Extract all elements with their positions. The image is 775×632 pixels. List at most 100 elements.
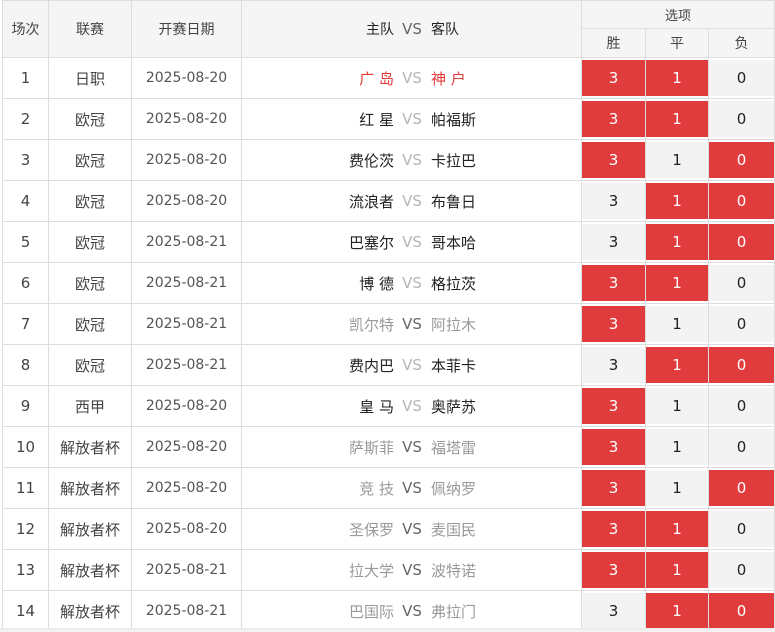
vs-label: VS xyxy=(402,561,422,579)
away-team: 福塔雷 xyxy=(431,438,477,457)
option-draw-button[interactable]: 1 xyxy=(646,552,708,588)
match-date: 2025-08-21 xyxy=(131,549,242,591)
match-teams: 巴塞尔 VS 哥本哈 xyxy=(241,221,582,263)
away-team: 阿拉木 xyxy=(431,315,477,334)
match-table: 场次 联赛 开赛日期 主队 VS 客队 选项 胜 平 负 1 日职 2025-08-… xyxy=(2,0,775,632)
round-number: 13 xyxy=(2,549,49,591)
away-team: 奥萨苏 xyxy=(431,397,477,416)
match-teams: 巴国际 VS 弗拉门 xyxy=(241,590,582,632)
home-team: 圣保罗 xyxy=(348,520,394,539)
option-loss-button[interactable]: 0 xyxy=(709,265,775,301)
vs-label: VS xyxy=(402,479,422,497)
match-date: 2025-08-20 xyxy=(131,139,242,181)
option-loss-button[interactable]: 0 xyxy=(709,183,775,219)
home-team: 竞 技 xyxy=(359,479,394,498)
league-name: 欧冠 xyxy=(48,98,132,140)
match-rows: 1 日职 2025-08-20 广 岛 VS 神 户 3 1 0 2 欧冠 2025-08-20 红 星… xyxy=(2,57,775,632)
option-draw-button[interactable]: 1 xyxy=(646,593,708,629)
match-teams: 圣保罗 VS 麦国民 xyxy=(241,508,582,550)
option-win-button[interactable]: 3 xyxy=(582,429,645,465)
match-teams: 流浪者 VS 布鲁日 xyxy=(241,180,582,222)
option-win-button[interactable]: 3 xyxy=(582,593,645,629)
option-win-button[interactable]: 3 xyxy=(582,142,645,178)
match-date: 2025-08-20 xyxy=(131,385,242,427)
option-draw-button[interactable]: 1 xyxy=(646,101,708,137)
round-number: 10 xyxy=(2,426,49,468)
league-name: 解放者杯 xyxy=(48,508,132,550)
vs-label: VS xyxy=(402,438,422,456)
option-loss-button[interactable]: 0 xyxy=(709,224,775,260)
option-draw-button[interactable]: 1 xyxy=(646,183,708,219)
option-win-button[interactable]: 3 xyxy=(582,224,645,260)
away-team: 麦国民 xyxy=(431,520,477,539)
vs-label: VS xyxy=(402,315,422,333)
home-team: 博 德 xyxy=(359,274,394,293)
round-number: 9 xyxy=(2,385,49,427)
vs-label: VS xyxy=(402,520,422,538)
option-win-button[interactable]: 3 xyxy=(582,60,645,96)
round-number: 12 xyxy=(2,508,49,550)
match-teams: 拉大学 VS 波特诺 xyxy=(241,549,582,591)
vs-label: VS xyxy=(402,69,422,87)
option-draw-button[interactable]: 1 xyxy=(646,388,708,424)
home-team: 费伦茨 xyxy=(348,151,394,170)
option-win-button[interactable]: 3 xyxy=(582,388,645,424)
option-win-button[interactable]: 3 xyxy=(582,183,645,219)
option-loss-button[interactable]: 0 xyxy=(709,511,775,547)
vs-label: VS xyxy=(402,274,422,292)
option-draw-button[interactable]: 1 xyxy=(646,142,708,178)
league-name: 解放者杯 xyxy=(48,426,132,468)
home-team: 流浪者 xyxy=(348,192,394,211)
league-name: 欧冠 xyxy=(48,303,132,345)
match-date: 2025-08-20 xyxy=(131,426,242,468)
header-league: 联赛 xyxy=(48,0,132,58)
option-loss-button[interactable]: 0 xyxy=(709,593,775,629)
option-win-button[interactable]: 3 xyxy=(582,101,645,137)
option-draw-button[interactable]: 1 xyxy=(646,60,708,96)
option-loss-button[interactable]: 0 xyxy=(709,347,775,383)
option-draw-button[interactable]: 1 xyxy=(646,429,708,465)
option-loss-button[interactable]: 0 xyxy=(709,429,775,465)
league-name: 西甲 xyxy=(48,385,132,427)
option-win-button[interactable]: 3 xyxy=(582,552,645,588)
table-row: 6 欧冠 2025-08-21 博 德 VS 格拉茨 3 1 0 xyxy=(2,262,775,304)
away-team: 哥本哈 xyxy=(431,233,477,252)
header-vs: VS xyxy=(402,20,422,38)
option-loss-button[interactable]: 0 xyxy=(709,142,775,178)
away-team: 本菲卡 xyxy=(431,356,477,375)
option-loss-button[interactable]: 0 xyxy=(709,306,775,342)
table-row: 4 欧冠 2025-08-20 流浪者 VS 布鲁日 3 1 0 xyxy=(2,180,775,222)
away-team: 波特诺 xyxy=(431,561,477,580)
option-draw-button[interactable]: 1 xyxy=(646,265,708,301)
header-date: 开赛日期 xyxy=(131,0,242,58)
option-draw-button[interactable]: 1 xyxy=(646,511,708,547)
header-options: 选项 xyxy=(580,0,775,29)
option-win-button[interactable]: 3 xyxy=(582,470,645,506)
option-loss-button[interactable]: 0 xyxy=(709,101,775,137)
home-team: 皇 马 xyxy=(359,397,394,416)
option-win-button[interactable]: 3 xyxy=(582,347,645,383)
option-win-button[interactable]: 3 xyxy=(582,511,645,547)
league-name: 欧冠 xyxy=(48,139,132,181)
round-number: 11 xyxy=(2,467,49,509)
league-name: 欧冠 xyxy=(48,262,132,304)
league-name: 欧冠 xyxy=(48,180,132,222)
league-name: 解放者杯 xyxy=(48,549,132,591)
table-row: 10 解放者杯 2025-08-20 萨斯菲 VS 福塔雷 3 1 0 xyxy=(2,426,775,468)
vs-label: VS xyxy=(402,397,422,415)
option-win-button[interactable]: 3 xyxy=(582,306,645,342)
match-date: 2025-08-20 xyxy=(131,467,242,509)
option-loss-button[interactable]: 0 xyxy=(709,60,775,96)
option-loss-button[interactable]: 0 xyxy=(709,388,775,424)
home-team: 凯尔特 xyxy=(348,315,394,334)
option-draw-button[interactable]: 1 xyxy=(646,224,708,260)
home-team: 费内巴 xyxy=(348,356,394,375)
header-opt-loss: 负 xyxy=(707,28,775,58)
match-date: 2025-08-21 xyxy=(131,221,242,263)
option-draw-button[interactable]: 1 xyxy=(646,306,708,342)
option-draw-button[interactable]: 1 xyxy=(646,347,708,383)
option-loss-button[interactable]: 0 xyxy=(709,470,775,506)
option-loss-button[interactable]: 0 xyxy=(709,552,775,588)
option-draw-button[interactable]: 1 xyxy=(646,470,708,506)
option-win-button[interactable]: 3 xyxy=(582,265,645,301)
